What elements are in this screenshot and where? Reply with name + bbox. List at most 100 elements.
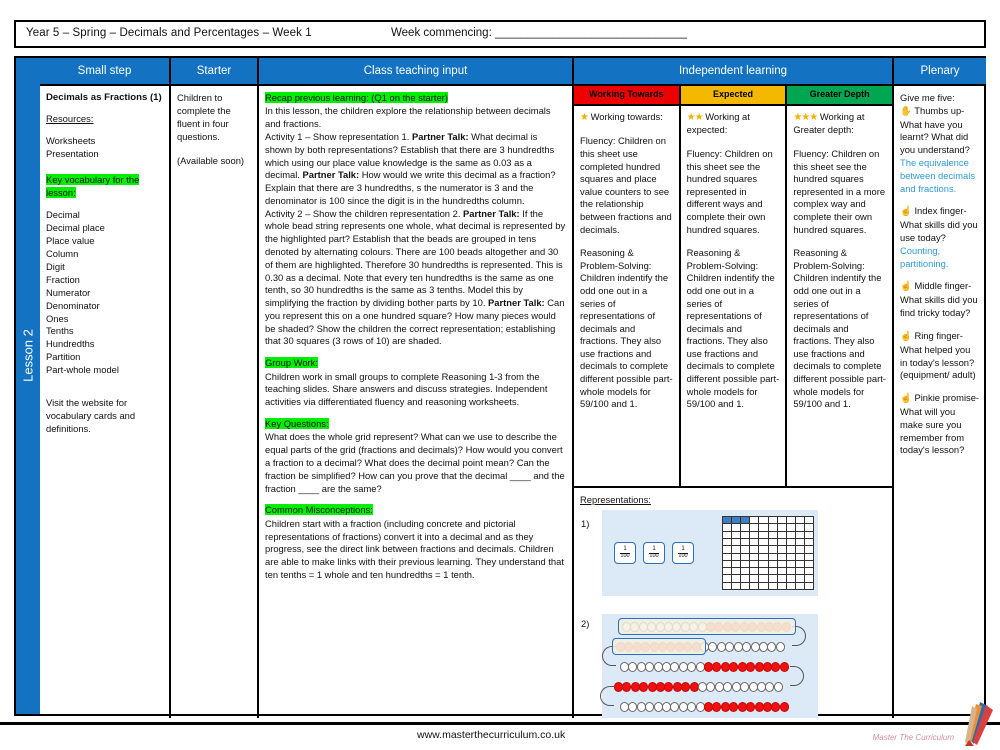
grid-cell xyxy=(795,524,805,532)
partner-talk-label: Partner Talk: xyxy=(411,130,469,142)
bead xyxy=(725,642,735,652)
list-item: Decimal xyxy=(46,208,80,220)
page-title: Year 5 – Spring – Decimals and Percentag… xyxy=(26,27,312,39)
grid-cell xyxy=(759,575,769,583)
misconceptions-text: Children start with a fraction (includin… xyxy=(265,517,564,580)
grid-cell xyxy=(750,575,760,583)
grid-cell xyxy=(732,560,742,569)
bead xyxy=(729,702,739,712)
grid-cell xyxy=(723,517,733,525)
bead xyxy=(779,662,789,672)
reasoning-text: Reasoning & Problem-Solving: Children in… xyxy=(793,247,886,410)
week-commencing-field: Week commencing: _______________________… xyxy=(391,27,687,39)
grid-cell xyxy=(768,517,778,525)
representation-1: 1 100 1 100 1 100 xyxy=(602,510,818,596)
grid-cell xyxy=(741,560,751,569)
list-item: Place value xyxy=(46,234,95,246)
level-column-greater-depth: ★★★ Working at Greater depth: Fluency: C… xyxy=(787,106,892,486)
grid-cell xyxy=(750,553,760,561)
misconceptions-heading: Common Misconceptions: xyxy=(265,504,566,516)
grid-cell xyxy=(786,538,796,547)
bead xyxy=(779,702,789,712)
grid-cell xyxy=(795,553,805,561)
grid-cell xyxy=(768,524,778,532)
grid-cell xyxy=(759,531,769,539)
grid-cell xyxy=(750,582,760,590)
plenary-item: ☝ Middle finger- What skills did you fin… xyxy=(900,280,980,319)
grid-cell xyxy=(777,553,787,561)
representation-2-number: 2) xyxy=(581,618,590,629)
plenary-question: Pinkie promise- What will you make sure … xyxy=(900,392,980,456)
misconceptions-heading-text: Common Misconceptions: xyxy=(265,504,373,516)
list-item: Decimal place xyxy=(46,221,105,233)
teaching-activity-2: Activity 2 – Show the children represent… xyxy=(265,208,566,349)
grid-cell xyxy=(750,560,760,569)
website-note: Visit the website for vocabulary cards a… xyxy=(46,397,136,435)
representations-heading: Representations: xyxy=(580,494,651,505)
cell-small-step: Decimals as Fractions (1) Resources: Wor… xyxy=(40,86,171,718)
level-header-greater-depth: Greater Depth xyxy=(787,86,892,106)
plenary-item: ✋ Thumbs up- What have you learnt? What … xyxy=(900,105,980,196)
bead xyxy=(687,702,697,712)
key-questions-text: What does the whole grid represent? What… xyxy=(265,431,565,494)
column-header-starter: Starter xyxy=(171,58,259,84)
fluency-text: Fluency: Children on this sheet use comp… xyxy=(580,135,672,235)
grid-cell xyxy=(741,582,751,590)
grid-cell xyxy=(804,524,814,532)
list-item: Hundredths xyxy=(46,338,95,350)
grid-cell xyxy=(750,538,760,547)
grid-cell xyxy=(777,575,787,583)
bead xyxy=(742,642,752,652)
place-value-counters: 1 100 1 100 1 100 xyxy=(614,542,694,564)
star-icon: ★★★ xyxy=(793,112,818,123)
grid-cell xyxy=(732,568,742,576)
bead-string-row xyxy=(620,702,789,715)
grid-cell xyxy=(777,538,787,547)
resources-list: Worksheets Presentation xyxy=(46,135,163,161)
grid-cell xyxy=(732,575,742,583)
grid-cell xyxy=(804,538,814,547)
table-column-headers: Small step Starter Class teaching input … xyxy=(40,58,986,84)
grid-cell xyxy=(777,524,787,532)
grid-cell xyxy=(768,575,778,583)
grid-cell xyxy=(804,553,814,561)
grid-cell xyxy=(795,531,805,539)
plenary-question: Middle finger- What skills did you find … xyxy=(900,280,978,319)
grid-cell xyxy=(795,538,805,547)
bead xyxy=(639,682,649,692)
grid-cell xyxy=(786,517,796,525)
level-intro-text: Working towards: xyxy=(587,111,663,122)
grid-cell xyxy=(786,582,796,590)
list-item: Partition xyxy=(46,351,81,363)
grid-cell xyxy=(777,517,787,525)
bead xyxy=(687,662,697,672)
column-header-teaching: Class teaching input xyxy=(259,58,574,84)
vocabulary-list: Decimal Decimal place Place value Column… xyxy=(46,209,163,378)
grid-cell xyxy=(759,560,769,569)
bead-highlight-box xyxy=(618,618,796,635)
grid-cell xyxy=(741,538,751,547)
group-work-text: Children work in small groups to complet… xyxy=(265,370,548,408)
footer-divider xyxy=(0,722,1000,725)
grid-cell xyxy=(786,531,796,539)
small-step-title: Decimals as Fractions (1) xyxy=(46,92,162,103)
grid-cell xyxy=(768,538,778,547)
grid-cell xyxy=(804,582,814,590)
grid-cell xyxy=(804,575,814,583)
plenary-item: ☝ Ring finger- What helped you in today'… xyxy=(900,330,980,382)
footer-url[interactable]: www.masterthecurriculum.co.uk xyxy=(417,729,565,741)
grid-cell xyxy=(777,560,787,569)
representation-1-number: 1) xyxy=(581,518,590,529)
recap-heading-text: Recap previous learning: (Q1 on the star… xyxy=(265,92,448,103)
grid-cell xyxy=(795,560,805,569)
place-value-counter: 1 100 xyxy=(614,542,636,564)
differentiation-columns: ★ Working towards: Fluency: Children on … xyxy=(574,106,892,486)
list-item: Numerator xyxy=(46,286,91,298)
teaching-activity-1: Activity 1 – Show representation 1. Part… xyxy=(265,131,566,208)
hand-icon: ✋ xyxy=(900,105,912,117)
grid-cell xyxy=(750,546,760,554)
grid-cell xyxy=(723,538,733,547)
bead-string-connector xyxy=(600,686,614,706)
grid-cell xyxy=(804,531,814,539)
group-work-heading-text: Group Work: xyxy=(265,357,318,369)
